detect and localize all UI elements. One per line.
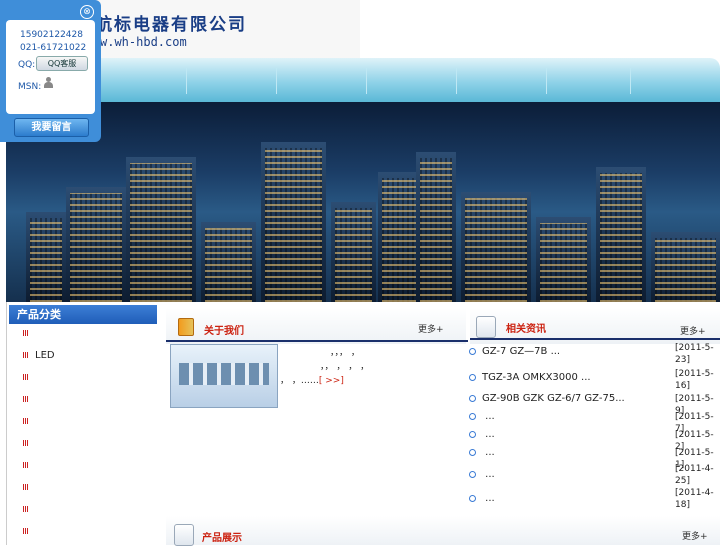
about-text: ，，， ， ，， ， ， ， ， ，……[ >>] [280,348,370,386]
news-date: [2011-5-16] [675,369,714,391]
bullet-icon [23,484,29,490]
phone-number: 15902122428 [20,30,83,40]
nav-separator [366,68,367,94]
bullet-icon [469,494,476,502]
nav-separator [630,68,631,94]
category-item[interactable] [23,372,35,386]
contact-float-panel: ⊗ 15902122428 021-61721022 QQ: QQ客服 MSN:… [0,0,101,142]
bullet-icon [469,470,476,478]
product-category-sidebar: 产品分类 LED [6,302,163,545]
equipment-image [179,363,269,385]
category-item[interactable]: LED [23,350,55,364]
building [66,187,126,302]
news-title: 相关资讯 [506,324,546,335]
city-night-banner [6,102,720,302]
news-item[interactable]: ... [469,411,669,422]
nav-separator [276,68,277,94]
news-item[interactable]: ... [469,447,669,458]
phone-number: 021-61721022 [20,43,87,53]
close-icon[interactable]: ⊗ [80,5,94,19]
bullet-icon [23,506,29,512]
bullet-icon [23,352,29,358]
building [596,167,646,302]
about-more-link[interactable]: 更多+ [418,322,444,335]
products-section-header: 产品展示 更多+ [166,516,720,546]
about-title: 关于我们 [204,326,244,337]
bullet-icon [469,412,476,420]
building [416,152,456,302]
news-divider [470,338,720,340]
news-item[interactable]: GZ-7 GZ—7B ... [469,346,669,357]
msn-user-icon[interactable] [44,77,53,89]
about-section-header: 关于我们 更多+ [166,308,466,344]
bullet-icon [23,528,29,534]
bullet-icon [23,374,29,380]
main-nav-bar [6,58,720,102]
building [201,222,256,302]
bullet-icon [23,418,29,424]
document-icon [174,524,194,546]
document-icon [476,316,496,338]
products-more-link[interactable]: 更多+ [682,529,708,542]
news-date: [2011-4-25] [675,464,714,486]
news-item[interactable]: ... [469,429,669,440]
building [126,157,196,302]
leave-message-button[interactable]: 我要留言 [14,118,89,137]
bullet-icon [469,394,476,402]
news-date: [2011-4-18] [675,488,714,510]
building [261,142,326,302]
news-item[interactable]: GZ-90B GZK GZ-6/7 GZ-75... [469,393,669,404]
bullet-icon [23,440,29,446]
category-item[interactable] [23,416,35,430]
nav-separator [456,68,457,94]
qq-chat-button[interactable]: QQ客服 [36,56,88,71]
nav-separator [546,68,547,94]
category-item[interactable] [23,328,35,342]
book-icon [178,318,194,336]
category-item[interactable] [23,460,35,474]
category-heading: 产品分类 [9,305,157,324]
category-item[interactable] [23,394,35,408]
building [651,232,720,302]
company-url: w.wh-hbd.com [100,35,187,49]
bullet-icon [23,330,29,336]
qq-label: QQ: [18,60,36,70]
bullet-icon [469,448,476,456]
news-item[interactable]: TGZ-3A OMKX3000 ... [469,372,669,383]
bullet-icon [469,430,476,438]
read-more-link[interactable]: [ >>] [319,376,344,386]
building [26,212,66,302]
news-item[interactable]: ... [469,469,669,480]
contact-info: 15902122428 021-61721022 QQ: QQ客服 MSN: [6,20,95,114]
company-title: 航标电器有限公司 [95,15,247,35]
product-thumbnail[interactable] [170,344,278,408]
building [461,192,531,302]
building [536,217,591,302]
category-item[interactable] [23,526,35,540]
msn-label: MSN: [18,82,42,92]
bullet-icon [23,396,29,402]
news-date: [2011-5-23] [675,343,714,365]
category-item[interactable] [23,438,35,452]
bullet-icon [469,373,476,381]
news-more-link[interactable]: 更多+ [680,324,706,337]
bullet-icon [469,347,476,355]
products-title: 产品展示 [202,533,242,544]
news-item[interactable]: ... [469,493,669,504]
building [331,202,376,302]
about-divider [166,340,468,342]
bullet-icon [23,462,29,468]
category-item[interactable] [23,482,35,496]
nav-separator [186,68,187,94]
category-item[interactable] [23,504,35,518]
main-content: 关于我们 更多+ ，，， ， ，， ， ， ， ， ，……[ >>] 相关资讯 … [166,302,720,546]
